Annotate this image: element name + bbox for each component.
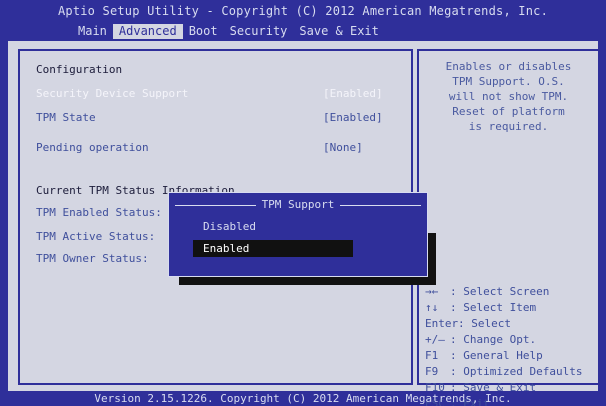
key-legend: →← : Select Screen ↑↓ : Select Item Ente… [419,285,602,406]
option-disabled[interactable]: Disabled [193,218,353,235]
tab-save-exit[interactable]: Save & Exit [293,24,384,39]
tpm-state-label[interactable]: TPM State [36,111,96,124]
security-device-support-label[interactable]: Security Device Support [36,87,188,100]
arrow-left-right-icon: →← [425,285,439,298]
security-device-support-value[interactable]: [Enabled] [323,87,383,100]
help-text: Enables or disables TPM Support. O.S. wi… [419,59,598,134]
popup-titlebar: TPM Support [175,198,421,214]
help-line: is required. [468,120,549,133]
key-desc: : Select Item [450,301,537,314]
tab-security[interactable]: Security [224,24,294,39]
bios-screen: Aptio Setup Utility - Copyright (C) 2012… [0,0,606,406]
pending-operation-label[interactable]: Pending operation [36,141,149,154]
key-row-change-opt: +/— : Change Opt. [419,333,602,349]
key-name: +/— [425,333,445,346]
tab-advanced[interactable]: Advanced [112,24,183,39]
tpm-support-popup: TPM Support Disabled Enabled [168,192,428,277]
tab-main[interactable]: Main [72,24,113,39]
key-name: Enter [425,317,459,330]
tpm-active-status-label: TPM Active Status: [36,230,156,243]
help-line: Reset of platform [452,105,565,118]
key-row-enter: Enter : Select [419,317,602,333]
key-row-select-item: ↑↓ : Select Item [419,301,602,317]
tpm-enabled-status-label: TPM Enabled Status: [36,206,162,219]
help-line: Enables or disables [445,60,572,73]
key-name: F9 [425,365,439,378]
key-desc: : Select Screen [450,285,550,298]
arrow-up-down-icon: ↑↓ [425,301,439,314]
key-desc: : Select [458,317,511,330]
key-name: F1 [425,349,439,362]
key-desc: : Change Opt. [450,333,537,346]
tpm-owner-status-label: TPM Owner Status: [36,252,149,265]
section-title-configuration: Configuration [36,63,123,76]
key-row-general-help: F1 : General Help [419,349,602,365]
help-line: TPM Support. O.S. [452,75,565,88]
pending-operation-value[interactable]: [None] [323,141,363,154]
tpm-state-value[interactable]: [Enabled] [323,111,383,124]
key-desc: : General Help [450,349,543,362]
menu-tabs: Main Advanced Boot Security Save & Exit [72,24,385,39]
tab-boot[interactable]: Boot [183,24,224,39]
bios-footer: Version 2.15.1226. Copyright (C) 2012 Am… [94,392,512,405]
key-row-select-screen: →← : Select Screen [419,285,602,301]
key-desc: : Optimized Defaults [450,365,583,378]
help-line: will not show TPM. [448,90,569,103]
popup-title-text: TPM Support [255,198,341,211]
key-row-optimized-defaults: F9 : Optimized Defaults [419,365,602,381]
option-enabled[interactable]: Enabled [193,240,353,257]
help-panel: Enables or disables TPM Support. O.S. wi… [417,49,600,406]
bios-title: Aptio Setup Utility - Copyright (C) 2012… [57,4,549,18]
popup-title: TPM Support [175,198,421,211]
